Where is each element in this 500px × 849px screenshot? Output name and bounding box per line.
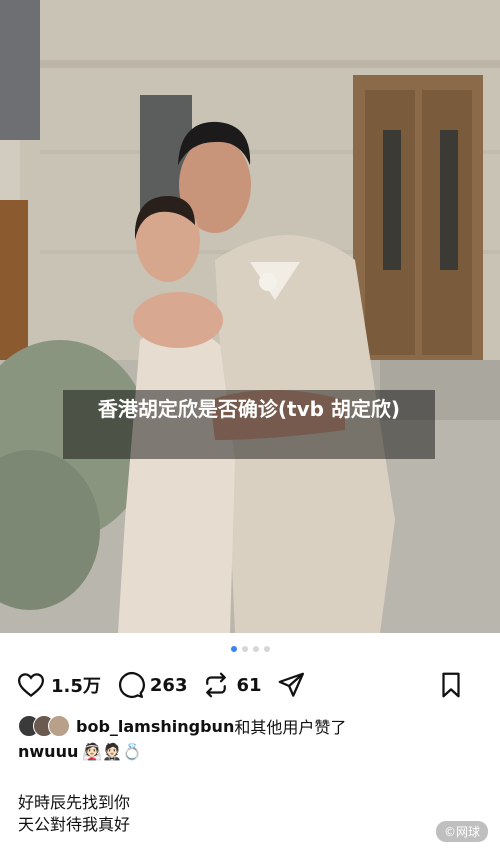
- likes-summary[interactable]: bob_lamshingbun 和其他用户赞了: [18, 714, 346, 738]
- like-count: 1.5万: [51, 676, 101, 697]
- comment-icon: [118, 672, 145, 698]
- caption-line: 天公對待我真好: [18, 815, 131, 834]
- wedding-photo-illustration: [0, 0, 500, 633]
- liker-avatars: [18, 715, 70, 737]
- caption-emoji: 👰🏻🤵🏻💍: [82, 742, 143, 761]
- like-button[interactable]: 1.5万: [16, 670, 101, 700]
- comment-count: 263: [149, 674, 188, 696]
- bookmark-icon: [442, 672, 460, 698]
- caption-line: 好時辰先找到你: [18, 793, 131, 812]
- carousel-dot[interactable]: [241, 646, 248, 652]
- comment-button[interactable]: 263: [115, 670, 188, 700]
- repost-count: 61: [236, 674, 262, 696]
- carousel-dot[interactable]: [252, 646, 259, 652]
- avatar: [48, 715, 70, 737]
- overlay-title: 香港胡定欣是否确诊(tvb 胡定欣): [63, 390, 435, 459]
- heart-icon: [17, 673, 45, 698]
- bookmark-button[interactable]: [436, 670, 466, 700]
- repost-icon: [206, 672, 227, 698]
- share-button[interactable]: [276, 670, 306, 700]
- send-icon: [278, 672, 304, 697]
- carousel-indicator: [0, 646, 500, 652]
- watermark: ©网球: [435, 821, 488, 842]
- action-bar: 1.5万 263 61: [16, 668, 484, 702]
- likes-suffix: 和其他用户赞了: [234, 718, 347, 737]
- post-photo[interactable]: 香港胡定欣是否确诊(tvb 胡定欣): [0, 0, 500, 633]
- caption-header: nwuuu 👰🏻🤵🏻💍: [18, 742, 142, 761]
- carousel-dot-active[interactable]: [230, 646, 237, 652]
- repost-button[interactable]: 61: [201, 670, 262, 700]
- carousel-dot[interactable]: [263, 646, 270, 652]
- liker-username[interactable]: bob_lamshingbun: [76, 717, 234, 736]
- caption-username[interactable]: nwuuu: [18, 742, 78, 761]
